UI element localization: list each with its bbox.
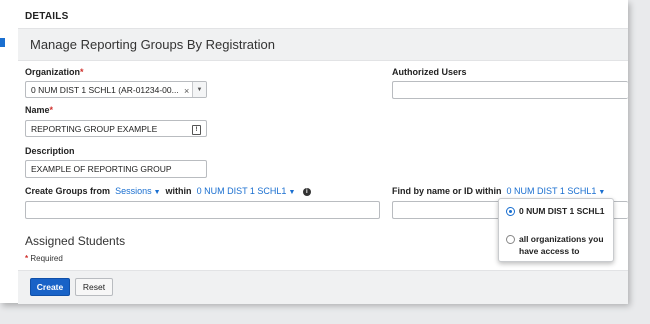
reset-button[interactable]: Reset <box>75 278 113 296</box>
name-field-value: REPORTING GROUP EXAMPLE <box>31 123 158 134</box>
page-header: Manage Reporting Groups By Registration <box>18 28 628 61</box>
create-button[interactable]: Create <box>30 278 70 296</box>
form-footer: Create Reset <box>18 270 628 304</box>
required-note: * Required <box>25 254 63 263</box>
caret-down-icon: ▼ <box>598 189 606 196</box>
info-icon[interactable]: i <box>302 188 311 196</box>
find-label: Find by name or ID within 0 NUM DIST 1 S… <box>392 186 606 196</box>
active-section-indicator <box>0 38 5 47</box>
page-title: Manage Reporting Groups By Registration <box>30 37 275 52</box>
source-dropdown[interactable]: Sessions ▼ <box>113 186 161 196</box>
organization-select-value: 0 NUM DIST 1 SCHL1 (AR-01234-00... <box>31 84 179 95</box>
caret-down-icon: ▼ <box>288 189 296 196</box>
assigned-students-heading: Assigned Students <box>25 234 126 248</box>
authorized-users-label: Authorized Users <box>392 67 467 77</box>
radio-selected-icon[interactable] <box>506 207 515 216</box>
name-field[interactable]: REPORTING GROUP EXAMPLE ! <box>25 120 207 137</box>
authorized-users-input[interactable] <box>392 81 628 99</box>
description-field[interactable]: EXAMPLE OF REPORTING GROUP <box>25 160 207 178</box>
description-field-value: EXAMPLE OF REPORTING GROUP <box>31 164 172 174</box>
name-label: Name* <box>25 105 54 115</box>
clear-icon[interactable]: × <box>184 86 189 96</box>
field-status-icon: ! <box>192 125 201 135</box>
create-groups-label: Create Groups from Sessions ▼ within 0 NU… <box>25 186 311 196</box>
create-scope-dropdown[interactable]: 0 NUM DIST 1 SCHL1 ▼ <box>194 186 296 196</box>
create-groups-input[interactable] <box>25 201 380 219</box>
section-title: DETAILS <box>25 11 69 22</box>
caret-down-icon: ▼ <box>153 189 161 196</box>
organization-select[interactable]: 0 NUM DIST 1 SCHL1 (AR-01234-00... × ▼ <box>25 81 207 98</box>
scope-option-all[interactable]: all organizations you have access to <box>506 233 611 257</box>
description-label: Description <box>25 146 75 156</box>
chevron-down-icon[interactable]: ▼ <box>192 82 206 97</box>
required-mark: * <box>49 105 54 115</box>
required-mark: * <box>80 67 84 77</box>
organization-label: Organization* <box>25 67 84 77</box>
find-scope-dropdown[interactable]: 0 NUM DIST 1 SCHL1 ▼ <box>504 186 606 196</box>
scope-dropdown-menu: 0 NUM DIST 1 SCHL1 all organizations you… <box>498 198 614 262</box>
scope-option-current[interactable]: 0 NUM DIST 1 SCHL1 <box>506 205 611 217</box>
radio-icon[interactable] <box>506 235 515 244</box>
